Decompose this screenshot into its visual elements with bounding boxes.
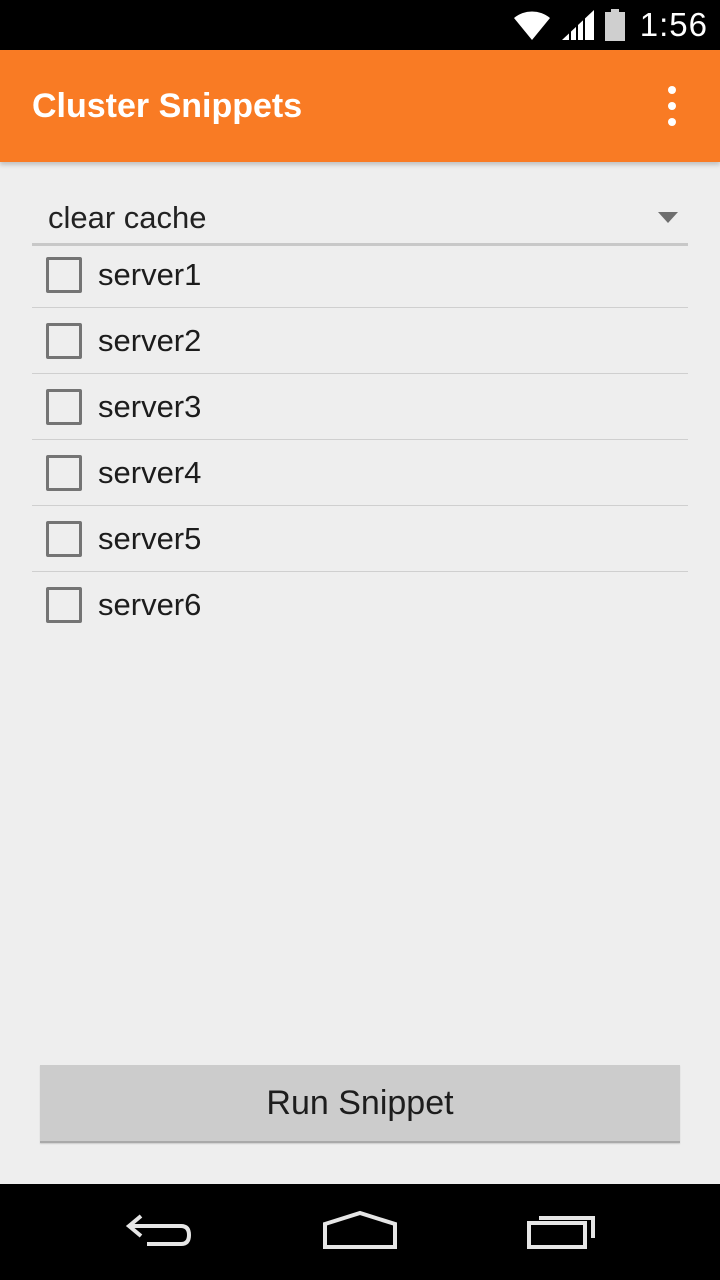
- server-item[interactable]: server5: [32, 506, 688, 572]
- server-item[interactable]: server2: [32, 308, 688, 374]
- run-snippet-button[interactable]: Run Snippet: [40, 1065, 680, 1143]
- server-checkbox[interactable]: [46, 256, 82, 293]
- server-checkbox[interactable]: [46, 520, 82, 557]
- server-list: server1 server2 server3 server4 server5 …: [32, 242, 688, 637]
- overflow-dot: [668, 118, 676, 126]
- server-label: server4: [98, 454, 202, 490]
- server-checkbox[interactable]: [46, 586, 82, 623]
- app-title: Cluster Snippets: [32, 86, 303, 125]
- status-time: 1:56: [639, 6, 708, 43]
- back-button[interactable]: [100, 1184, 220, 1280]
- server-checkbox[interactable]: [46, 454, 82, 491]
- navigation-bar: [0, 1184, 720, 1280]
- dropdown-arrow-icon: [658, 212, 678, 223]
- battery-icon: [604, 8, 626, 42]
- home-button[interactable]: [300, 1184, 420, 1280]
- recents-icon: [526, 1210, 598, 1255]
- overflow-menu-icon[interactable]: [652, 66, 692, 146]
- screen: 1:56 Cluster Snippets clear cache server…: [0, 0, 720, 1280]
- server-label: server5: [98, 520, 202, 556]
- server-item[interactable]: server3: [32, 374, 688, 440]
- server-label: server6: [98, 586, 202, 622]
- wifi-icon: [512, 8, 552, 42]
- server-item[interactable]: server6: [32, 572, 688, 637]
- app-bar: Cluster Snippets: [0, 50, 720, 162]
- overflow-dot: [668, 102, 676, 110]
- signal-icon: [560, 8, 596, 42]
- status-bar: 1:56: [0, 0, 720, 50]
- server-checkbox[interactable]: [46, 322, 82, 359]
- server-item[interactable]: server4: [32, 440, 688, 506]
- spinner-selected-value: clear cache: [48, 200, 207, 235]
- snippet-spinner[interactable]: clear cache: [32, 192, 688, 246]
- back-icon: [125, 1210, 195, 1255]
- server-label: server2: [98, 322, 202, 358]
- overflow-dot: [668, 86, 676, 94]
- server-item[interactable]: server1: [32, 242, 688, 308]
- server-label: server3: [98, 388, 202, 424]
- home-icon: [322, 1210, 398, 1255]
- recents-button[interactable]: [502, 1184, 622, 1280]
- server-label: server1: [98, 256, 202, 292]
- server-checkbox[interactable]: [46, 388, 82, 425]
